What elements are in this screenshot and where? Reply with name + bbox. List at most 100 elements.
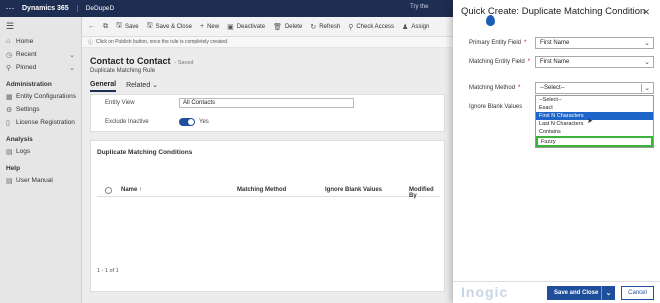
matching-entity-field-label: Matching Entity Field * [469, 59, 530, 65]
chevron-down-icon: ⌄ [644, 85, 650, 92]
column-matching-method[interactable]: Matching Method [237, 187, 286, 193]
chevron-down-icon: ⌄ [644, 40, 650, 47]
mouse-pointer-icon: ➤ [587, 118, 593, 125]
chevron-down-icon[interactable]: ⌄ [69, 64, 75, 72]
save-label: Save [124, 23, 139, 30]
deactivate-button[interactable]: ▣ Deactivate [227, 23, 265, 31]
command-bar: ← ⧉ 🖫 Save 🖫 Save & Close + New ▣ Deactivate… [82, 17, 453, 37]
pin-icon: ⚲ [6, 64, 12, 72]
topbar-right-text: Try the [410, 4, 429, 10]
matching-method-select[interactable]: --Select-- ⌄ [535, 82, 654, 94]
primary-entity-field-label: Primary Entity Field * [469, 40, 526, 46]
refresh-icon: ↻ [310, 23, 317, 31]
form-tabs: General Related ⌄ [90, 81, 158, 92]
dropdown-divider [641, 84, 642, 92]
option-last-n-characters[interactable]: Last N Characters [536, 120, 653, 128]
save-icon: 🖫 [116, 22, 122, 29]
app-name[interactable]: Dynamics 365 [20, 5, 78, 12]
back-arrow-icon: ← [88, 23, 95, 30]
save-button[interactable]: 🖫 Save [116, 21, 139, 32]
deactivate-label: Deactivate [236, 23, 266, 30]
nav-item-entity-configurations[interactable]: ▦ Entity Configurations [0, 90, 81, 103]
refresh-label: Refresh [319, 23, 341, 30]
matching-entity-field-select[interactable]: First Name ⌄ [535, 56, 654, 68]
column-ignore-blank[interactable]: Ignore Blank Values [325, 187, 382, 193]
option-first-n-characters[interactable]: First N Characters [536, 112, 653, 120]
nav-item-home[interactable]: ⌂ Home [0, 35, 81, 48]
assign-button[interactable]: ♟ Assign [402, 23, 429, 31]
nav-section-analysis: Analysis [6, 135, 33, 143]
plus-icon: + [199, 23, 205, 30]
check-access-button[interactable]: ⚲ Check Access [348, 23, 394, 31]
nav-item-recent[interactable]: ◷ Recent ⌄ [0, 48, 81, 61]
subgrid-title: Duplicate Matching Conditions [97, 149, 193, 156]
popout-icon: ⧉ [103, 22, 108, 30]
chevron-down-icon[interactable]: ⌄ [601, 286, 615, 300]
option-select[interactable]: --Select-- [536, 96, 653, 104]
matching-method-value: --Select-- [540, 85, 565, 91]
nav-item-label: Entity Configurations [16, 93, 76, 100]
save-status: - Saved [174, 60, 194, 66]
matching-label-text: Matching Entity Field [469, 59, 525, 65]
tab-related[interactable]: Related ⌄ [126, 81, 158, 92]
ignore-blank-values-label: Ignore Blank Values [469, 104, 523, 110]
app-launcher-icon[interactable]: ⋯ [0, 0, 20, 17]
general-section: Entity View All Contacts Exclude Inactiv… [90, 94, 445, 132]
nav-item-label: Settings [16, 106, 40, 113]
nav-item-label: Pinned [16, 64, 37, 71]
select-all-radio[interactable] [105, 187, 112, 194]
chevron-down-icon[interactable]: ⌄ [69, 51, 75, 59]
option-contains[interactable]: Contains [536, 128, 653, 136]
new-label: New [207, 23, 220, 30]
nav-item-label: Home [16, 38, 34, 45]
record-form: Contact to Contact - Saved Duplicate Matc… [82, 48, 453, 303]
delete-label: Delete [284, 23, 303, 30]
gear-icon: ⚙ [6, 106, 13, 114]
save-close-label: Save & Close [155, 23, 192, 30]
document-icon: ▯ [6, 119, 10, 127]
save-and-close-button[interactable]: Save and Close ⌄ [547, 286, 615, 300]
tab-general[interactable]: General [90, 81, 117, 92]
home-icon: ⌂ [6, 38, 11, 45]
record-subtitle: Duplicate Matching Rule [90, 68, 156, 74]
save-and-close-label: Save and Close [554, 290, 599, 296]
exclude-inactive-toggle[interactable] [179, 118, 195, 126]
logs-icon: ▤ [6, 148, 13, 156]
required-icon: * [527, 59, 531, 65]
trash-icon: 🗑 [273, 23, 282, 31]
entity-view-field[interactable]: All Contacts [179, 98, 354, 108]
nav-item-license-registration[interactable]: ▯ License Registration [0, 116, 81, 129]
matching-method-label: Matching Method * [469, 85, 520, 91]
column-modified-by[interactable]: Modified By [409, 187, 440, 199]
record-title-text: Contact to Contact [90, 56, 171, 66]
delete-button[interactable]: 🗑 Delete [273, 23, 302, 31]
hamburger-menu-icon[interactable]: ☰ [0, 17, 81, 35]
popout-button[interactable]: ⧉ [103, 23, 108, 31]
primary-entity-field-select[interactable]: First Name ⌄ [535, 37, 654, 49]
subgrid-header: Name ↑ Matching Method Ignore Blank Valu… [97, 185, 440, 199]
back-button[interactable]: ← [88, 23, 95, 30]
matching-method-options: --Select-- Exact First N Characters Last… [535, 95, 654, 148]
left-nav: ☰ ⌂ Home ◷ Recent ⌄ ⚲ Pinned ⌄ Administr… [0, 17, 82, 303]
nav-item-user-manual[interactable]: ▤ User Manual [0, 174, 81, 187]
close-icon[interactable]: ✕ [642, 7, 650, 18]
save-close-button[interactable]: 🖫 Save & Close [147, 21, 192, 32]
save-icon: 🖫 [146, 22, 153, 29]
new-button[interactable]: + New [200, 23, 219, 30]
required-icon: * [524, 40, 527, 46]
quick-create-panel: Quick Create: Duplicate Matching Conditi… [453, 0, 660, 303]
nav-item-pinned[interactable]: ⚲ Pinned ⌄ [0, 61, 81, 74]
required-icon: * [518, 85, 521, 91]
column-name[interactable]: Name ↑ [121, 187, 142, 193]
assign-label: Assign [411, 23, 430, 30]
cancel-button[interactable]: Cancel [621, 286, 654, 300]
info-icon: ⓘ [88, 39, 94, 46]
chevron-down-icon: ⌄ [152, 82, 159, 89]
option-fuzzy[interactable]: Fuzzy [536, 136, 653, 147]
nav-item-label: License Registration [16, 119, 75, 126]
nav-item-settings[interactable]: ⚙ Settings [0, 103, 81, 116]
nav-item-logs[interactable]: ▤ Logs [0, 145, 81, 158]
option-exact[interactable]: Exact [536, 104, 653, 112]
nav-item-label: Logs [16, 148, 31, 155]
refresh-button[interactable]: ↻ Refresh [310, 23, 340, 31]
